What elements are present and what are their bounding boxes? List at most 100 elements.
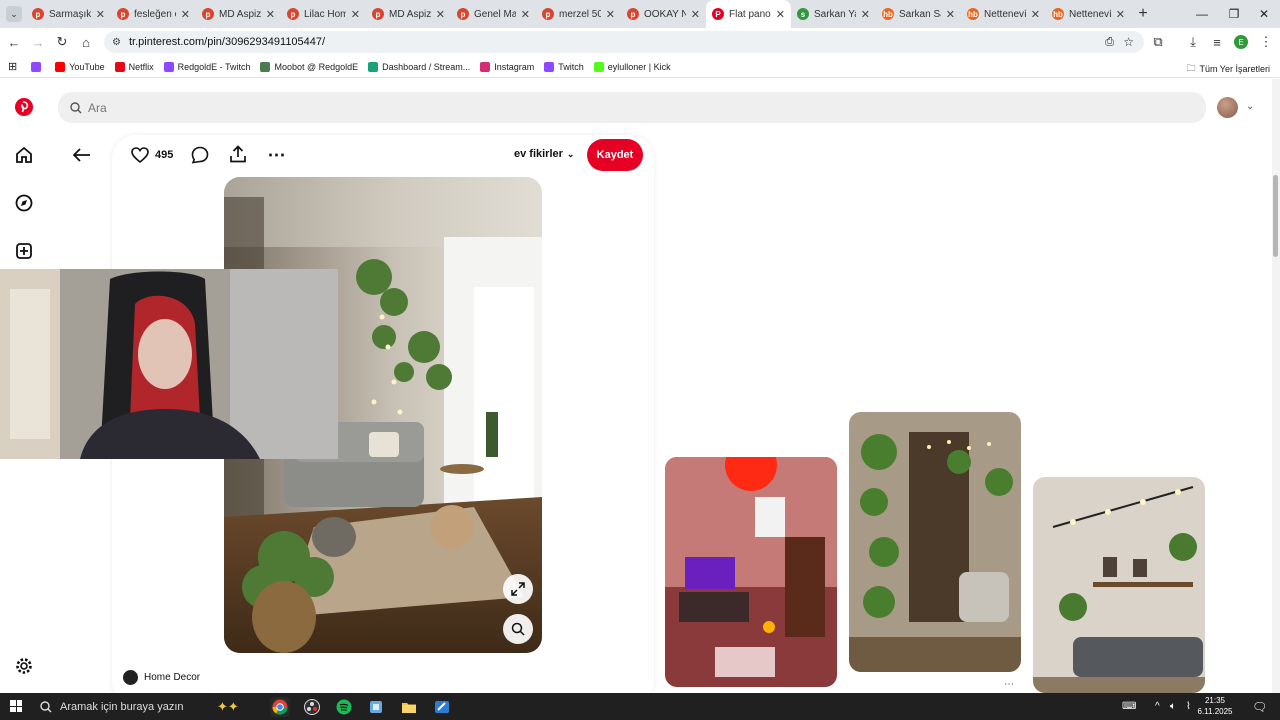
bookmarks-list: YouTube Netflix RedgoldE - Twitch Moobot @ … bbox=[31, 61, 680, 72]
more-options-icon[interactable]: ⋯ bbox=[266, 145, 286, 165]
forward-arrow-icon[interactable]: → bbox=[28, 32, 48, 52]
taskbar-search[interactable]: Aramak için buraya yazın ✦✦ bbox=[32, 693, 257, 720]
bookmark-item[interactable]: eylulloner | Kick bbox=[593, 61, 671, 72]
tab-close-icon[interactable]: ✕ bbox=[266, 8, 275, 21]
site-info-icon[interactable]: ⚙ bbox=[112, 37, 121, 48]
tab-title: OOKAY Ne bbox=[644, 8, 686, 20]
bookmark-item[interactable]: Moobot @ RedgoldE bbox=[260, 61, 358, 72]
tab-close-icon[interactable]: ✕ bbox=[1116, 8, 1125, 21]
download-icon[interactable]: ⤓ bbox=[1183, 32, 1203, 52]
bookmark-item[interactable]: Instagram bbox=[480, 61, 534, 72]
bookmark-item[interactable]: Dashboard / Stream... bbox=[368, 61, 470, 72]
file-explorer-icon[interactable] bbox=[399, 697, 419, 717]
browser-tab[interactable]: s Sarkan Ya ✕ bbox=[791, 0, 876, 28]
bookmark-item[interactable]: YouTube bbox=[55, 61, 105, 72]
settings-gear-icon[interactable] bbox=[13, 655, 35, 677]
bookmark-favicon-icon bbox=[114, 61, 125, 72]
more-options-icon[interactable]: ⋯ bbox=[1004, 679, 1014, 690]
tab-close-icon[interactable]: ✕ bbox=[181, 8, 190, 21]
tab-close-icon[interactable]: ✕ bbox=[606, 8, 615, 21]
reload-icon[interactable]: ↻ bbox=[52, 32, 72, 52]
tray-keyboard-icon[interactable]: ⌨ bbox=[1122, 693, 1136, 720]
browser-tab[interactable]: p MD Aspiz ✕ bbox=[366, 0, 451, 28]
browser-tab[interactable]: p Genel Mar ✕ bbox=[451, 0, 536, 28]
tab-title: Flat panos bbox=[729, 8, 771, 20]
share-upload-icon[interactable] bbox=[228, 144, 248, 164]
back-arrow-icon[interactable] bbox=[70, 145, 94, 165]
browser-tab[interactable]: p Sarmaşık i ✕ bbox=[26, 0, 111, 28]
browser-tab[interactable]: p Lilac Home ✕ bbox=[281, 0, 366, 28]
tray-network-icon[interactable]: ⌇ bbox=[1186, 693, 1191, 720]
heart-like-icon[interactable] bbox=[130, 145, 150, 165]
comment-bubble-icon[interactable] bbox=[190, 145, 210, 165]
bookmark-item[interactable] bbox=[31, 61, 45, 72]
app-icon-paint[interactable] bbox=[432, 697, 452, 717]
pinterest-logo-icon[interactable] bbox=[13, 96, 35, 118]
obs-app-icon[interactable] bbox=[302, 697, 322, 717]
tab-title: fesleğen ç bbox=[134, 8, 176, 20]
expand-icon[interactable] bbox=[503, 574, 533, 604]
related-pin-red-room[interactable] bbox=[665, 457, 837, 687]
save-button[interactable]: Kaydet bbox=[587, 139, 643, 171]
browser-tab[interactable]: p MD Aspiz ✕ bbox=[196, 0, 281, 28]
tab-close-icon[interactable]: ✕ bbox=[521, 8, 530, 21]
tab-close-icon[interactable]: ✕ bbox=[436, 8, 445, 21]
tab-close-icon[interactable]: ✕ bbox=[946, 8, 955, 21]
tray-chevron-up-icon[interactable]: ^ bbox=[1155, 693, 1160, 720]
browser-tab[interactable]: p OOKAY Ne ✕ bbox=[621, 0, 706, 28]
tab-close-icon[interactable]: ✕ bbox=[1031, 8, 1040, 21]
tab-close-icon[interactable]: ✕ bbox=[351, 8, 360, 21]
browser-menu-icon[interactable]: ⋮ bbox=[1256, 32, 1276, 52]
search-input[interactable]: Ara bbox=[58, 92, 1206, 123]
minimize-icon[interactable]: — bbox=[1186, 0, 1218, 28]
restore-icon[interactable]: ❐ bbox=[1218, 0, 1250, 28]
apps-grid-icon[interactable]: ⊞ bbox=[8, 60, 17, 73]
reading-list-icon[interactable]: ≡ bbox=[1207, 32, 1227, 52]
tab-favicon-icon: p bbox=[627, 8, 639, 20]
install-app-icon[interactable]: ⎙ bbox=[1105, 36, 1114, 49]
app-icon-blue[interactable] bbox=[366, 697, 386, 717]
taskbar-clock[interactable]: 21:35 6.11.2025 bbox=[1192, 695, 1238, 717]
related-pin-living-room[interactable] bbox=[1033, 477, 1205, 693]
user-avatar[interactable] bbox=[1217, 97, 1238, 118]
address-bar[interactable]: ⚙ tr.pinterest.com/pin/3096293491105447/… bbox=[104, 31, 1144, 53]
visual-search-icon[interactable] bbox=[503, 614, 533, 644]
tab-close-icon[interactable]: ✕ bbox=[96, 8, 105, 21]
extensions-icon[interactable]: ⧉ bbox=[1148, 32, 1168, 52]
bookmark-favicon-icon bbox=[480, 61, 491, 72]
browser-tab[interactable]: hb Netteneví ✕ bbox=[961, 0, 1046, 28]
pin-author[interactable]: Home Decor bbox=[123, 670, 200, 685]
browser-tab[interactable]: p fesleğen ç ✕ bbox=[111, 0, 196, 28]
tab-close-icon[interactable]: ✕ bbox=[861, 8, 870, 21]
browser-tab[interactable]: hb Netteneví ✕ bbox=[1046, 0, 1131, 28]
related-pin-plant-corner[interactable] bbox=[849, 412, 1021, 672]
home-nav-icon[interactable] bbox=[13, 144, 35, 166]
board-selector[interactable]: ev fikirler ⌄ bbox=[514, 148, 574, 160]
bookmark-star-icon[interactable]: ☆ bbox=[1123, 35, 1134, 49]
bookmark-item[interactable]: Twitch bbox=[544, 61, 584, 72]
all-bookmarks[interactable]: 🗀 Tüm Yer İşaretleri bbox=[1186, 61, 1270, 77]
scrollbar-track[interactable] bbox=[1272, 79, 1280, 693]
tray-volume-icon[interactable]: 🔈︎ bbox=[1170, 693, 1176, 720]
account-chevron-down-icon[interactable]: ⌄ bbox=[1246, 101, 1254, 112]
bookmark-item[interactable]: RedgoldE - Twitch bbox=[163, 61, 250, 72]
browser-tab[interactable]: P Flat panos ✕ bbox=[706, 0, 791, 28]
home-icon[interactable]: ⌂ bbox=[76, 32, 96, 52]
browser-tab[interactable]: p merzel 50 ✕ bbox=[536, 0, 621, 28]
close-window-icon[interactable]: ✕ bbox=[1248, 0, 1280, 28]
explore-compass-icon[interactable] bbox=[13, 192, 35, 214]
browser-tab[interactable]: hb Sarkan Sa ✕ bbox=[876, 0, 961, 28]
tab-close-icon[interactable]: ✕ bbox=[776, 8, 785, 21]
windows-start-icon[interactable] bbox=[10, 700, 22, 712]
create-plus-icon[interactable] bbox=[13, 240, 35, 262]
spotify-app-icon[interactable] bbox=[334, 697, 354, 717]
chrome-app-icon[interactable] bbox=[270, 697, 290, 717]
scrollbar-thumb[interactable] bbox=[1273, 175, 1278, 257]
new-tab-plus-icon[interactable]: + bbox=[1131, 0, 1155, 28]
tab-search-chevron-icon[interactable]: ⌄ bbox=[6, 6, 22, 22]
back-arrow-icon[interactable]: ← bbox=[4, 32, 24, 52]
tab-close-icon[interactable]: ✕ bbox=[691, 8, 700, 21]
profile-avatar-icon[interactable]: E bbox=[1231, 32, 1251, 52]
bookmark-item[interactable]: Netflix bbox=[114, 61, 154, 72]
notification-icon[interactable]: 🗨︎ bbox=[1252, 693, 1267, 720]
